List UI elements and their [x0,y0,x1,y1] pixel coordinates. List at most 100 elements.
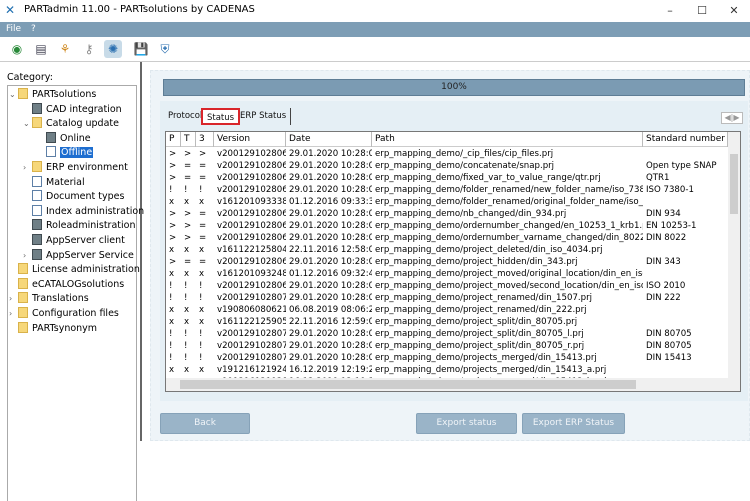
table-row[interactable]: x x x v191216121924 16.12.2019 12:19:24 erp_m… [166,364,728,376]
table-cell: = [199,209,207,219]
table-row[interactable]: > = = v200129102806 29.01.2020 10:28:06 erp_m… [166,172,728,184]
table-row[interactable]: x x x v161201093338 01.12.2016 09:33:38 erp_m… [166,196,728,208]
module-icon [32,248,42,260]
tab-status[interactable]: Status [201,108,241,125]
close-button[interactable]: ✕ [719,2,749,20]
menu-help[interactable]: ? [31,24,36,34]
table-cell: v200129102807 [217,293,286,303]
expander-icon[interactable]: ⌄ [23,117,30,130]
server-icon[interactable]: ▤ [32,40,50,58]
table-cell: v200129102806 [217,209,286,219]
table-row[interactable]: x x x v161122125905 22.11.2016 12:59:05 erp_m… [166,316,728,328]
vertical-scroll-thumb[interactable] [730,154,738,214]
horizontal-scrollbar[interactable] [166,378,740,391]
back-button[interactable]: Back [160,413,250,434]
tree-item-appserver-service[interactable]: › AppServer Service [23,248,134,262]
tree-item-label: License administration [32,264,140,276]
hierarchy-icon[interactable]: ⚘ [56,40,74,58]
column-header[interactable]: 3 [196,132,214,147]
shield-icon[interactable]: ⛨ [156,40,174,58]
maximize-button[interactable]: ☐ [687,2,717,20]
folder-icon [18,321,28,333]
table-row[interactable]: !!! v200129102806 29.01.2020 10:28:06 erp_m… [166,184,728,196]
menu-file[interactable]: File [6,24,21,34]
table-row[interactable]: > = = v200129102806 29.01.2020 10:28:06 erp_m… [166,160,728,172]
table-row[interactable]: > > = v200129102806 29.01.2020 10:28:06 erp_m… [166,220,728,232]
table-cell: v200129102806 [217,281,286,291]
export-erp-status-button[interactable]: Export ERP Status [522,413,625,434]
expander-icon[interactable]: › [9,307,12,320]
table-row[interactable]: !!! v200129102807 29.01.2020 10:28:07 erp_m… [166,292,728,304]
table-cell: 29.01.2020 10:28:07 [289,293,372,303]
table-cell: DIN 80705 [646,341,692,351]
tree-item-catalog-update[interactable]: ⌄ Catalog update [23,117,119,130]
table-cell: x [169,245,175,255]
table-row[interactable]: > > > v200129102806 29.01.2020 10:28:06 erp_m… [166,148,728,160]
column-header[interactable]: Path [372,132,643,147]
tree-item-online[interactable]: Online [46,131,91,145]
column-header[interactable]: Version [214,132,286,147]
save-icon[interactable]: 💾 [132,40,150,58]
table-cell: x [169,365,175,375]
table-cell: ! [199,293,203,303]
table-cell: v161201093248 [217,269,286,279]
table-row[interactable]: !!! v200129102807 29.01.2020 10:28:07 erp_m… [166,352,728,364]
tree-item-configuration-files[interactable]: › Configuration files [9,307,119,320]
tree-item-translations[interactable]: › Translations [9,292,89,305]
table-cell: v200129102807 [217,353,286,363]
column-header[interactable]: Standard number [643,132,728,147]
expander-icon[interactable]: › [9,292,12,305]
table-cell: > [169,209,177,219]
expander-icon[interactable]: › [23,161,26,174]
export-status-button[interactable]: Export status [416,413,517,434]
tree-item-erp-environment[interactable]: › ERP environment [23,161,128,174]
tree-item-document-types[interactable]: Document types [32,190,124,203]
vertical-scrollbar[interactable] [728,132,740,378]
table-row[interactable]: !!! v200129102806 29.01.2020 10:28:06 erp_m… [166,280,728,292]
tree-item-index-administration[interactable]: Index administration [32,204,144,218]
tree-item-roleadministration[interactable]: Roleadministration [32,219,135,232]
tab-scroll-arrows[interactable]: ◀|▶ [721,112,743,124]
tree-item-label: CAD integration [46,103,122,115]
tree-item-cad-integration[interactable]: CAD integration [32,102,122,116]
horizontal-scroll-thumb[interactable] [180,380,636,389]
tree-item-material[interactable]: Material [32,175,85,189]
table-row[interactable]: !!! v200129102807 29.01.2020 10:28:07 erp_m… [166,328,728,340]
table-row[interactable]: x x x v161201093248 01.12.2016 09:32:48 erp_m… [166,268,728,280]
key-icon[interactable]: ⚷ [80,40,98,58]
tree-item-partsolutions[interactable]: ⌄ PARTsolutions [9,88,97,101]
expander-icon[interactable]: ⌄ [9,88,16,101]
tab-protocol[interactable]: Protocol [164,108,206,125]
table-cell: DIN 8022 [646,233,687,243]
table-row[interactable]: > > = v200129102806 29.01.2020 10:28:06 erp_m… [166,208,728,220]
table-cell: = [184,257,192,267]
column-header[interactable]: Date [286,132,372,147]
minimize-button[interactable]: – [655,2,685,20]
table-row[interactable]: x x x v190806080621 06.08.2019 08:06:21 erp_m… [166,304,728,316]
table-cell: erp_mapping_demo/project_moved/second_lo… [375,281,643,291]
tree-item-partsynonym[interactable]: PARTsynonym [18,321,97,335]
tree-item-offline[interactable]: Offline [46,146,94,159]
table-cell: erp_mapping_demo/projects_merged/din_154… [375,365,607,375]
table-row[interactable]: > > = v200129102806 29.01.2020 10:28:06 erp_m… [166,232,728,244]
folder-icon [18,263,28,275]
settings-active-icon[interactable]: ✺ [104,40,122,58]
tree-item-ecatalogsolutions[interactable]: eCATALOGsolutions [18,277,124,291]
tab-erp-status[interactable]: ERP Status [236,108,292,125]
table-cell: v200129102806 [217,173,286,183]
column-header[interactable]: P [166,132,181,147]
table-cell: v200129102806 [217,161,286,171]
table-cell: 29.01.2020 10:28:06 [289,185,372,195]
column-header[interactable]: T [181,132,196,147]
tree-item-label: PARTsolutions [32,89,97,100]
table-row[interactable]: !!! v200129102807 29.01.2020 10:28:07 erp_m… [166,340,728,352]
expander-icon[interactable]: › [23,249,26,262]
tree-item-appserver-client[interactable]: AppServer client [32,234,125,247]
category-tree: ⌄ PARTsolutions CAD integration ⌄ Catalog up… [7,85,144,501]
table-cell: ISO 7380-1 [646,185,694,195]
tree-item-license-administration[interactable]: License administration [18,263,140,276]
table-cell: 01.12.2016 09:33:38 [289,197,372,207]
globe-sync-icon[interactable]: ◉ [8,40,26,58]
table-row[interactable]: x x x v161122125804 22.11.2016 12:58:04 erp_m… [166,244,728,256]
table-row[interactable]: > = = v200129102806 29.01.2020 10:28:06 erp_m… [166,256,728,268]
